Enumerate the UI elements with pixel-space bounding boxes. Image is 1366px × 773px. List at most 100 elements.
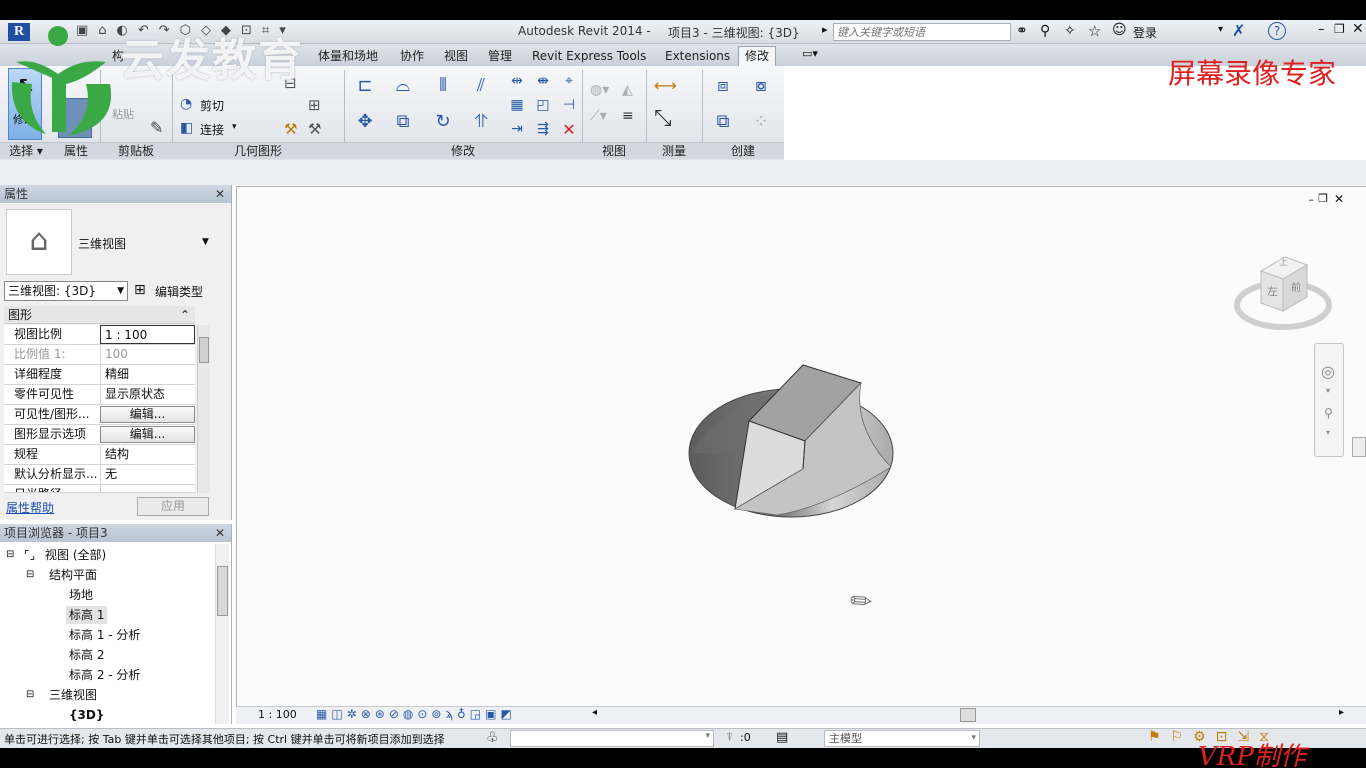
scale-icon[interactable]: ◰ — [530, 92, 556, 118]
tree-node-level-1-analytical[interactable]: 标高 1 - 分析 — [69, 626, 140, 644]
zoom-dropdown-icon[interactable]: ▾ — [1326, 428, 1330, 437]
property-row[interactable]: 可见性/图形... 编辑... — [4, 405, 195, 425]
tree-node-3d-views[interactable]: 三维视图 — [49, 686, 97, 704]
view-minimize-icon[interactable]: – — [1309, 193, 1315, 206]
login-dropdown-icon[interactable]: ▾ — [1218, 24, 1223, 35]
demolish-icon[interactable]: ⚒ — [284, 120, 297, 138]
tab-modify[interactable]: 修改 — [738, 46, 777, 66]
view-restore-icon[interactable]: ❐ — [1318, 192, 1328, 205]
trim-extend-icon[interactable]: ⥣ — [468, 108, 494, 134]
design-options-icon[interactable]: ▤ — [776, 730, 788, 745]
align-icon[interactable]: ⊏ — [352, 72, 378, 98]
property-row[interactable]: 规程 结构 — [4, 445, 195, 465]
create-assembly-icon[interactable]: ⧉ — [710, 108, 736, 134]
vg-edit-button[interactable]: 编辑... — [100, 406, 195, 423]
view-control-icons[interactable]: ▦◫✲⊗⊛⊘◍⊙⊚ϡ♁◲▣◩ — [316, 707, 516, 721]
trim-single-icon[interactable]: ⇥ — [504, 116, 530, 142]
zoom-icon[interactable]: ⚲ — [1324, 406, 1333, 420]
satellite-icon[interactable]: ✧ — [1064, 23, 1076, 39]
minimize-button[interactable]: – — [1318, 22, 1325, 37]
type-dropdown-icon[interactable]: ▼ — [202, 237, 209, 247]
restore-button[interactable]: ❐ — [1334, 22, 1345, 36]
tab-manage[interactable]: 管理 — [488, 47, 512, 65]
split-element-icon[interactable]: ⇹ — [504, 68, 530, 94]
tree-node-views[interactable]: 视图 (全部) — [45, 546, 106, 564]
create-group-icon[interactable]: ⧇ — [748, 72, 774, 98]
array-icon[interactable]: ▦ — [504, 92, 530, 118]
star-icon[interactable]: ☆ — [1088, 22, 1101, 40]
property-row[interactable]: 零件可见性 显示原状态 — [4, 385, 195, 405]
hscroll-right-icon[interactable]: ▸ — [1339, 707, 1344, 718]
copy-icon[interactable]: ⧉ — [390, 108, 416, 134]
mirror-draw-icon[interactable]: ⫽ — [468, 72, 494, 98]
tree-toggle-icon[interactable]: ⊟ — [26, 686, 34, 704]
view-close-icon[interactable]: ✕ — [1334, 192, 1344, 206]
instance-selector[interactable]: 三维视图: {3D} ▼ — [4, 281, 128, 301]
properties-help-link[interactable]: 属性帮助 — [6, 499, 54, 516]
nav-wheel-icon[interactable]: ◎ — [1321, 362, 1335, 381]
panel-label-select[interactable]: 选择 ▾ — [0, 142, 52, 159]
move-icon[interactable]: ✥ — [352, 108, 378, 134]
aligned-dimension-icon[interactable]: ⤡ — [654, 106, 672, 131]
tree-node-level-2[interactable]: 标高 2 — [69, 646, 104, 664]
rotate-icon[interactable]: ↻ — [430, 108, 456, 134]
tree-node-structural-plans[interactable]: 结构平面 — [49, 566, 97, 584]
pin-icon[interactable]: ⊣ — [556, 92, 582, 118]
group-header-graphics[interactable]: 图形 ⌃ — [4, 306, 195, 324]
join-dropdown-icon[interactable]: ▾ — [232, 122, 237, 132]
trim-multiple-icon[interactable]: ⇶ — [530, 116, 556, 142]
view-scale[interactable]: 1 : 100 — [258, 708, 297, 721]
unpin-icon[interactable]: ⌖ — [556, 68, 582, 94]
hscroll-left-icon[interactable]: ◂ — [592, 707, 597, 718]
apply-button[interactable]: 应用 — [137, 497, 209, 516]
worksets-icon[interactable]: ♧ — [486, 730, 499, 746]
tree-node-level-2-analytical[interactable]: 标高 2 - 分析 — [69, 666, 140, 684]
property-row[interactable]: 视图比例 1 : 100 — [4, 325, 195, 345]
ribbon-minimize-icon[interactable]: ▭▾ — [802, 47, 818, 60]
edit-type-icon[interactable]: ⊞ — [134, 282, 146, 298]
edit-type-button[interactable]: 编辑类型 — [155, 283, 203, 300]
property-row[interactable]: 详细程度 精细 — [4, 365, 195, 385]
measure-between-icon[interactable]: ⟷ — [654, 76, 677, 95]
split-gap-icon[interactable]: ⇼ — [530, 68, 556, 94]
browser-close-icon[interactable]: ✕ — [215, 524, 225, 542]
create-similar-icon[interactable]: ⁘ — [748, 108, 774, 134]
tab-massing-site[interactable]: 体量和场地 — [318, 47, 378, 65]
mirror-axis-icon[interactable]: ⫴ — [430, 72, 456, 98]
search-input[interactable] — [833, 23, 1011, 41]
override-icon[interactable]: ◭ — [622, 82, 633, 98]
properties-scrollbar[interactable] — [197, 325, 210, 493]
tab-view[interactable]: 视图 — [444, 47, 468, 65]
cut-icon[interactable]: ◔ — [180, 96, 192, 112]
brush-icon[interactable]: ✎ — [150, 118, 163, 137]
property-row[interactable]: 日光路径 — [4, 485, 195, 493]
workset-dropdown[interactable]: ▾ — [510, 730, 714, 747]
paint-icon[interactable]: ⊞ — [308, 96, 321, 114]
exchange-icon[interactable]: ✗ — [1232, 21, 1245, 40]
tab-extensions[interactable]: Extensions — [665, 47, 730, 65]
offset-icon[interactable]: ⌓ — [390, 72, 416, 98]
close-button[interactable]: ✕ — [1352, 21, 1364, 37]
tree-node-site[interactable]: 场地 — [69, 586, 93, 604]
browser-scroll-thumb[interactable] — [217, 566, 228, 616]
tree-toggle-icon[interactable]: ⊟ — [26, 566, 34, 584]
tab-revit-express-tools[interactable]: Revit Express Tools — [532, 47, 646, 65]
tree-node-3d[interactable]: {3D} — [69, 706, 104, 724]
3d-model[interactable] — [677, 357, 897, 527]
delete-icon[interactable]: ✕ — [556, 116, 582, 142]
property-row[interactable]: 默认分析显示... 无 — [4, 465, 195, 485]
display-options-edit-button[interactable]: 编辑... — [100, 426, 195, 443]
filter-icon[interactable]: ⍒ — [726, 730, 733, 745]
property-row[interactable]: 图形显示选项 编辑... — [4, 425, 195, 445]
create-part-icon[interactable]: ⧈ — [710, 72, 736, 98]
linework-icon[interactable]: ⟋▾ — [590, 108, 607, 124]
tree-node-level-1[interactable]: 标高 1 — [66, 606, 108, 624]
thin-lines-icon[interactable]: ≡ — [622, 108, 634, 124]
viewport-vscrollbar[interactable] — [1352, 437, 1366, 457]
login-link[interactable]: 登录 — [1133, 24, 1157, 41]
properties-scroll-thumb[interactable] — [199, 337, 209, 363]
tab-collaborate[interactable]: 协作 — [400, 47, 424, 65]
hammer-icon[interactable]: ⚒ — [308, 120, 321, 138]
key-icon[interactable]: ⚲ — [1040, 23, 1050, 39]
hide-element-icon[interactable]: ◍▾ — [590, 82, 609, 98]
